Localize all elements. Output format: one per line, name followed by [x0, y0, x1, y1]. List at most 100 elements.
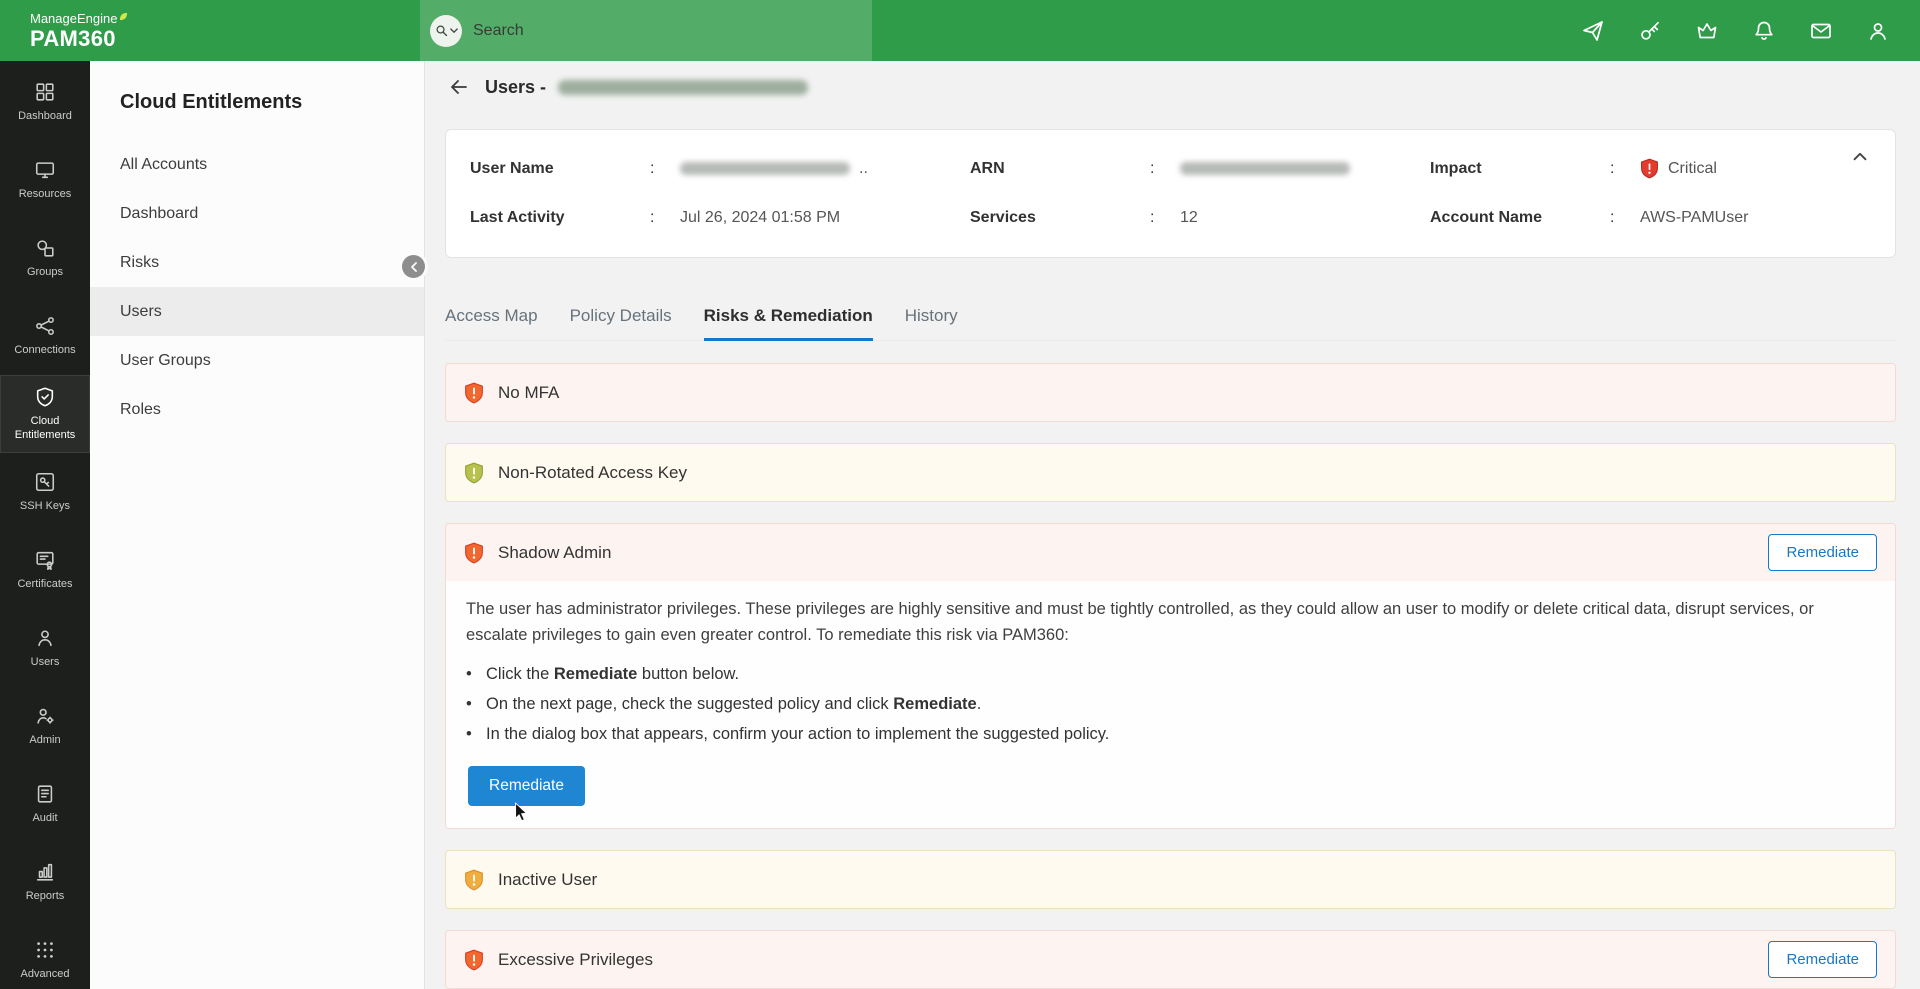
risk-card-no-mfa: No MFA [445, 363, 1896, 422]
back-button[interactable] [447, 75, 471, 99]
tab-policy-details[interactable]: Policy Details [570, 306, 672, 341]
secondary-sidebar: Cloud Entitlements All AccountsDashboard… [90, 61, 425, 989]
field-services: Services:12 [970, 209, 1430, 227]
field-label: Account Name [1430, 209, 1610, 227]
topbar: ManageEngine PAM360 [0, 0, 1920, 61]
sidebar-collapse-button[interactable] [402, 255, 425, 278]
search-input[interactable] [473, 22, 803, 40]
sidebar-item-label: Admin [25, 734, 64, 748]
app-shell: DashboardResourcesGroupsConnectionsCloud… [0, 61, 1920, 989]
sidebar-item-groups[interactable]: Groups [0, 219, 90, 297]
risk-header-shadow-admin[interactable]: Shadow Admin Remediate [446, 524, 1895, 581]
sidebar-item-label: Reports [22, 890, 69, 904]
subnav-item-users[interactable]: Users [90, 287, 424, 336]
module-title: Cloud Entitlements [90, 61, 424, 140]
user-details-grid: User Name:..ARN:Impact:CriticalLast Acti… [470, 158, 1871, 227]
remediation-step: •On the next page, check the suggested p… [466, 690, 1875, 720]
remediate-button-excessive-privileges[interactable]: Remediate [1768, 941, 1877, 978]
sidebar-item-label: Groups [23, 266, 67, 280]
sidebar-item-reports[interactable]: Reports [0, 843, 90, 921]
page-title: Users - [485, 77, 808, 98]
field-arn: ARN: [970, 158, 1430, 179]
field-label: User Name [470, 160, 650, 178]
remediation-step: •In the dialog box that appears, confirm… [466, 720, 1875, 750]
risk-shield-icon [464, 382, 484, 404]
field-value: 12 [1180, 209, 1198, 227]
risk-header-inactive-user[interactable]: Inactive User [446, 851, 1895, 908]
subnav-item-user-groups[interactable]: User Groups [90, 336, 424, 385]
redacted-username [558, 80, 808, 95]
field-account-name: Account Name:AWS-PAMUser [1430, 209, 1871, 227]
sidebar-item-certificates[interactable]: Certificates [0, 531, 90, 609]
subnav-item-risks[interactable]: Risks [90, 238, 424, 287]
remediation-step: •Click the Remediate button below. [466, 660, 1875, 690]
main-content: Users - User Name:..ARN:Impact:CriticalL… [425, 61, 1920, 989]
brand-logo[interactable]: ManageEngine PAM360 [0, 12, 128, 50]
redacted-value [680, 162, 850, 175]
collapse-details-button[interactable] [1849, 146, 1871, 168]
sidebar-item-users[interactable]: Users [0, 609, 90, 687]
key-icon[interactable] [1638, 19, 1662, 43]
mail-icon[interactable] [1809, 19, 1833, 43]
store-icon[interactable] [1695, 19, 1719, 43]
sidebar-item-label: Users [27, 656, 64, 670]
sidebar-item-label: Certificates [13, 578, 76, 592]
ssh-keys-icon [34, 471, 56, 493]
risk-shield-icon [464, 869, 484, 891]
sidebar-item-connections[interactable]: Connections [0, 297, 90, 375]
risk-name: Non-Rotated Access Key [498, 463, 687, 483]
sidebar-item-cloud-entitlements[interactable]: Cloud Entitlements [0, 375, 90, 453]
tab-access-map[interactable]: Access Map [445, 306, 538, 341]
risk-name: Shadow Admin [498, 543, 611, 563]
tab-risks-remediation[interactable]: Risks & Remediation [704, 306, 873, 341]
sidebar-item-ssh-keys[interactable]: SSH Keys [0, 453, 90, 531]
launch-icon[interactable] [1581, 19, 1605, 43]
remediation-steps: •Click the Remediate button below.•On th… [466, 660, 1875, 750]
subnav-item-all-accounts[interactable]: All Accounts [90, 140, 424, 189]
certificates-icon [34, 549, 56, 571]
sidebar-item-advanced[interactable]: Advanced [0, 921, 90, 989]
risk-card-inactive-user: Inactive User [445, 850, 1896, 909]
risk-header-no-mfa[interactable]: No MFA [446, 364, 1895, 421]
field-value: Critical [1668, 160, 1717, 178]
risk-name: No MFA [498, 383, 559, 403]
risk-name: Excessive Privileges [498, 950, 653, 970]
detail-tabs: Access Map Policy Details Risks & Remediat… [445, 306, 1896, 341]
sidebar-item-resources[interactable]: Resources [0, 141, 90, 219]
risk-shield-icon [464, 462, 484, 484]
remediate-button-shadow-admin[interactable]: Remediate [1768, 534, 1877, 571]
sidebar-item-audit[interactable]: Audit [0, 765, 90, 843]
remediate-action-button[interactable]: Remediate [468, 766, 585, 806]
subnav-item-dashboard[interactable]: Dashboard [90, 189, 424, 238]
global-search[interactable] [420, 0, 872, 61]
risk-shield-icon [464, 949, 484, 971]
user-details-card: User Name:..ARN:Impact:CriticalLast Acti… [445, 129, 1896, 258]
critical-shield-icon [1640, 158, 1659, 179]
caret-down-icon [450, 28, 458, 34]
sidebar-item-label: Audit [28, 812, 61, 826]
search-icon[interactable] [430, 15, 462, 47]
tab-history[interactable]: History [905, 306, 958, 341]
field-label: Impact [1430, 160, 1610, 178]
sidebar-item-admin[interactable]: Admin [0, 687, 90, 765]
sidebar-item-label: Dashboard [14, 110, 76, 124]
sidebar-item-dashboard[interactable]: Dashboard [0, 63, 90, 141]
primary-sidebar: Dashboard Resources Groups ConnectionsCloud… [0, 61, 90, 989]
product-name: PAM360 [30, 28, 128, 50]
users-icon [34, 627, 56, 649]
risk-header-excessive-privileges[interactable]: Excessive Privileges Remediate [446, 931, 1895, 988]
sidebar-item-label: Advanced [17, 968, 74, 982]
sidebar-item-label: Resources [15, 188, 76, 202]
admin-icon [34, 705, 56, 727]
dashboard-icon [34, 81, 56, 103]
risk-description: The user has administrator privileges. T… [466, 597, 1875, 648]
field-label: Last Activity [470, 209, 650, 227]
groups-icon [34, 237, 56, 259]
reports-icon [34, 861, 56, 883]
redacted-suffix: .. [859, 160, 868, 178]
subnav-item-roles[interactable]: Roles [90, 385, 424, 434]
notifications-icon[interactable] [1752, 19, 1776, 43]
risk-header-non-rotated-access-key[interactable]: Non-Rotated Access Key [446, 444, 1895, 501]
risk-details: The user has administrator privileges. T… [446, 581, 1895, 828]
profile-icon[interactable] [1866, 19, 1890, 43]
